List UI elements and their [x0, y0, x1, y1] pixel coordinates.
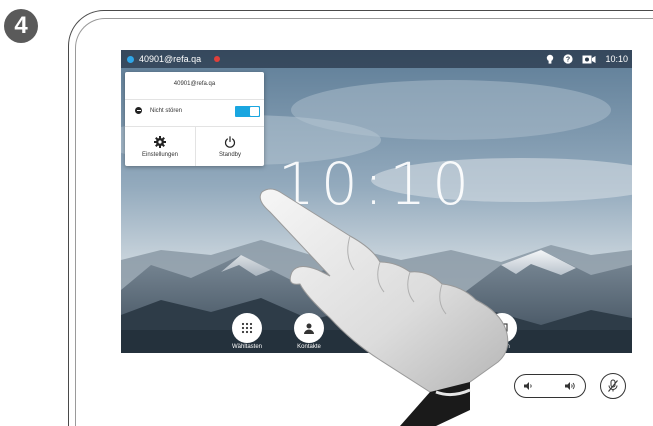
dial-pad-button[interactable]: [232, 313, 262, 343]
microphone-muted-icon: [608, 379, 618, 392]
do-not-disturb-toggle[interactable]: [235, 106, 260, 117]
alert-dot-icon: [214, 56, 221, 62]
contacts-icon: [304, 323, 314, 334]
help-icon[interactable]: ?: [563, 54, 574, 64]
status-bar-right: ? 10:10: [546, 50, 628, 68]
do-not-disturb-row: Nicht stören: [135, 107, 182, 114]
share-icon: [496, 323, 508, 332]
toggle-knob: [250, 107, 259, 116]
clock-display: 10:10: [277, 150, 476, 218]
gear-icon: [154, 135, 166, 148]
share-label: Teilen: [494, 344, 510, 350]
share-button[interactable]: [487, 313, 517, 343]
do-not-disturb-label: Nicht stören: [150, 107, 183, 114]
menu-address: 40901@refa.qa: [173, 81, 216, 87]
presence-dot-icon: [127, 55, 134, 63]
do-not-disturb-icon: [135, 107, 142, 114]
camera-icon[interactable]: [582, 55, 596, 64]
dialpad-icon: [241, 322, 253, 334]
microphone-mute-button[interactable]: [600, 373, 626, 399]
contacts-button[interactable]: [294, 313, 324, 343]
lightbulb-icon[interactable]: [546, 54, 554, 65]
status-bar: 40901@refa.qa ? 10:10: [121, 50, 632, 68]
step-number-badge: 4: [4, 9, 38, 43]
status-bar-time: 10:10: [605, 54, 628, 64]
menu-divider: [125, 99, 264, 100]
dial-pad-label: Wähltasten: [231, 344, 262, 350]
touch-screen: 40901@refa.qa ? 10:10 40901@refa.qa Nich…: [121, 50, 632, 353]
status-bar-address[interactable]: 40901@refa.qa: [139, 54, 201, 64]
volume-down-icon[interactable]: [524, 381, 533, 391]
svg-text:?: ?: [566, 57, 570, 64]
volume-control[interactable]: [514, 374, 586, 398]
power-icon: [224, 135, 236, 148]
contacts-label: Kontakte: [297, 344, 321, 350]
volume-up-icon[interactable]: [565, 381, 577, 391]
